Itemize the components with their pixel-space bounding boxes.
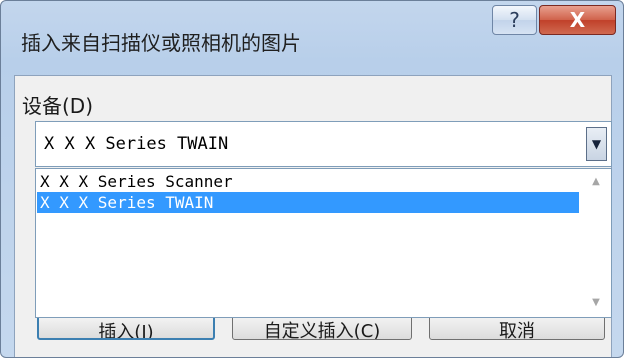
dropdown-arrow-button[interactable]: ▼ xyxy=(586,127,607,161)
device-combobox-value: X X X Series TWAIN xyxy=(44,134,229,154)
dialog-title: 插入来自扫描仪或照相机的图片 xyxy=(21,31,301,55)
cancel-button-label: 取消 xyxy=(499,321,535,340)
dropdown-option-scanner[interactable]: X X X Series Scanner xyxy=(37,171,579,192)
help-button[interactable]: ? xyxy=(492,5,537,35)
insert-button-label: 插入(I) xyxy=(98,322,154,340)
close-icon: X xyxy=(569,8,586,32)
scanner-insert-dialog: 插入来自扫描仪或照相机的图片 ? X 设备(D) X X X Series TW… xyxy=(0,0,624,358)
scroll-up-icon[interactable]: ▲ xyxy=(581,176,611,187)
help-icon: ? xyxy=(509,8,520,32)
device-combobox[interactable]: X X X Series TWAIN ▼ xyxy=(35,121,612,167)
scroll-down-icon[interactable]: ▼ xyxy=(581,297,611,308)
device-dropdown-list[interactable]: X X X Series Scanner X X X Series TWAIN … xyxy=(35,168,612,318)
close-button[interactable]: X xyxy=(539,5,616,35)
custom-insert-button-label: 自定义插入(C) xyxy=(263,321,381,340)
chevron-down-icon: ▼ xyxy=(591,137,602,151)
dropdown-option-twain[interactable]: X X X Series TWAIN xyxy=(37,192,579,213)
device-label: 设备(D) xyxy=(22,94,94,118)
dropdown-scrollbar[interactable]: ▲ ▼ xyxy=(581,169,611,317)
